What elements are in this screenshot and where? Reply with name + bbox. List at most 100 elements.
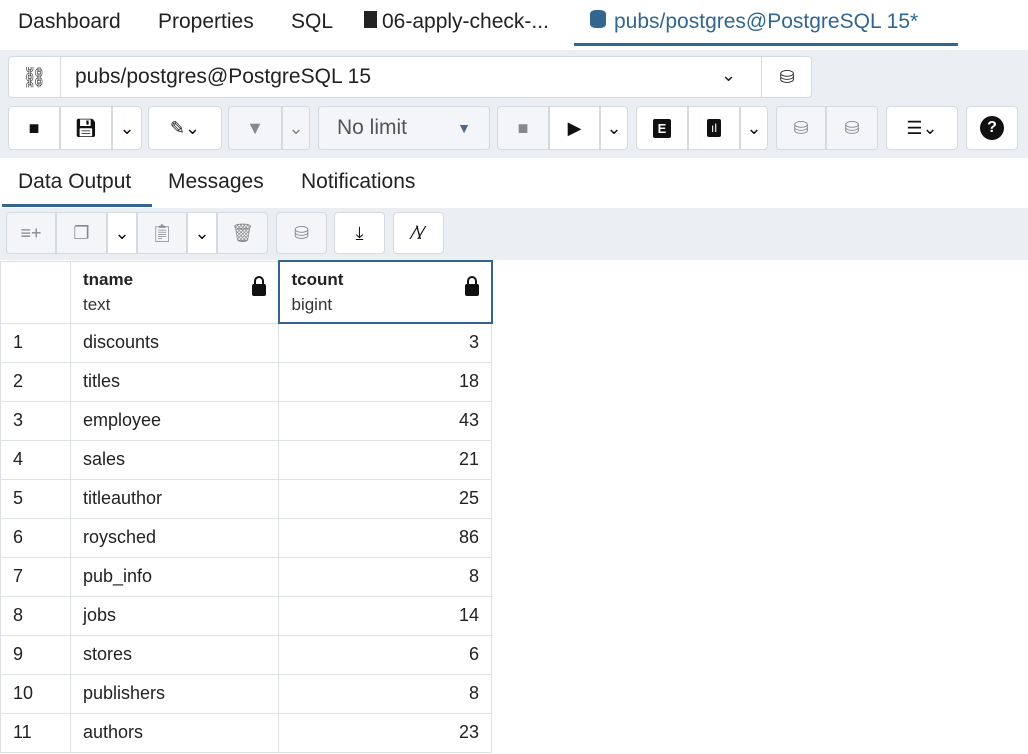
tab-sql[interactable]: SQL: [291, 10, 333, 34]
save-icon: 💾︎: [74, 117, 98, 138]
cell-tcount[interactable]: 18: [278, 361, 492, 402]
database-save-icon: ⛁: [293, 222, 310, 243]
open-file-button[interactable]: ■: [8, 106, 60, 150]
cell-tcount[interactable]: 43: [278, 400, 492, 441]
filter-icon: ▼: [246, 117, 264, 138]
cell-tname[interactable]: publishers: [70, 673, 279, 714]
cell-tname[interactable]: titleauthor: [70, 478, 279, 519]
table-row[interactable]: 1 discounts 3: [0, 322, 492, 363]
row-number[interactable]: 8: [0, 595, 71, 636]
edit-button[interactable]: ✎⌄: [148, 106, 222, 150]
chevron-down-icon: ⌄: [194, 222, 210, 243]
row-number[interactable]: 9: [0, 634, 71, 675]
explain-button[interactable]: E: [636, 106, 688, 150]
column-header-tcount[interactable]: tcount bigint: [277, 260, 493, 324]
cell-tname[interactable]: titles: [70, 361, 279, 402]
table-row[interactable]: 9 stores 6: [0, 634, 492, 675]
tab-label: pubs/postgres@PostgreSQL 15*: [614, 10, 919, 33]
database-check-icon: ⛁: [793, 117, 809, 138]
row-number[interactable]: 7: [0, 556, 71, 597]
connection-selector[interactable]: ⛓ pubs/postgres@PostgreSQL 15 ⌄ ⛁: [8, 56, 812, 98]
chevron-down-icon: ⌄: [288, 117, 304, 138]
cell-tcount[interactable]: 8: [278, 673, 492, 714]
add-row-button[interactable]: ≡+: [6, 212, 56, 254]
list-icon: ☰⌄: [906, 117, 938, 138]
copy-options-button[interactable]: ⌄: [107, 212, 137, 254]
table-row[interactable]: 5 titleauthor 25: [0, 478, 492, 519]
filter-options-button[interactable]: ⌄: [282, 106, 310, 150]
new-connection-icon[interactable]: ⛁: [761, 57, 812, 97]
paste-options-button[interactable]: ⌄: [187, 212, 217, 254]
play-icon: ▶: [567, 117, 582, 138]
rollback-button[interactable]: ⛁: [826, 106, 878, 150]
table-row[interactable]: 6 roysched 86: [0, 517, 492, 558]
active-tab-indicator: [574, 43, 958, 46]
connection-status-icon[interactable]: ⛓: [9, 57, 61, 97]
commit-button[interactable]: ⛁: [776, 106, 826, 150]
row-number[interactable]: 5: [0, 478, 71, 519]
download-button[interactable]: ⤓: [334, 212, 385, 254]
tab-query-file[interactable]: 06-apply-check-...: [364, 10, 549, 34]
tab-query-tool[interactable]: pubs/postgres@PostgreSQL 15*: [590, 10, 918, 34]
row-number[interactable]: 4: [0, 439, 71, 480]
row-number[interactable]: 10: [0, 673, 71, 714]
graph-visualiser-button[interactable]: ⁄\⁄: [393, 212, 444, 254]
cell-tname[interactable]: stores: [70, 634, 279, 675]
tab-properties[interactable]: Properties: [158, 10, 254, 34]
table-row[interactable]: 11 authors 23: [0, 712, 492, 753]
chevron-down-icon[interactable]: ⌄: [721, 65, 736, 86]
stop-button[interactable]: ■: [497, 106, 549, 150]
explain-analyze-button[interactable]: ıl: [688, 106, 740, 150]
cell-tcount[interactable]: 3: [278, 322, 492, 363]
save-options-button[interactable]: ⌄: [112, 106, 142, 150]
row-number[interactable]: 1: [0, 322, 71, 363]
delete-button[interactable]: 🗑︎: [217, 212, 268, 254]
cell-tname[interactable]: jobs: [70, 595, 279, 636]
cell-tname[interactable]: authors: [70, 712, 279, 753]
row-number-header: [0, 260, 71, 324]
table-row[interactable]: 3 employee 43: [0, 400, 492, 441]
tab-messages[interactable]: Messages: [168, 170, 264, 194]
cell-tcount[interactable]: 6: [278, 634, 492, 675]
table-row[interactable]: 4 sales 21: [0, 439, 492, 480]
cell-tcount[interactable]: 86: [278, 517, 492, 558]
tab-data-output[interactable]: Data Output: [18, 170, 131, 194]
table-row[interactable]: 8 jobs 14: [0, 595, 492, 636]
cell-tname[interactable]: employee: [70, 400, 279, 441]
cell-tcount[interactable]: 14: [278, 595, 492, 636]
tab-label: 06-apply-check-...: [382, 10, 549, 33]
cell-tname[interactable]: discounts: [70, 322, 279, 363]
paste-button[interactable]: 📋︎: [137, 212, 187, 254]
row-number[interactable]: 6: [0, 517, 71, 558]
copy-button[interactable]: ❐: [56, 212, 107, 254]
execute-button[interactable]: ▶: [549, 106, 600, 150]
row-number[interactable]: 2: [0, 361, 71, 402]
pencil-icon: ✎⌄: [169, 117, 201, 138]
cell-tname[interactable]: sales: [70, 439, 279, 480]
execute-options-button[interactable]: ⌄: [600, 106, 628, 150]
bar-chart-icon: ıl: [707, 119, 721, 137]
cell-tname[interactable]: pub_info: [70, 556, 279, 597]
tab-notifications[interactable]: Notifications: [301, 170, 415, 194]
tab-dashboard[interactable]: Dashboard: [18, 10, 121, 34]
row-number[interactable]: 11: [0, 712, 71, 753]
column-header-tname[interactable]: tname text: [70, 260, 279, 324]
connection-value: pubs/postgres@PostgreSQL 15: [75, 65, 372, 88]
cell-tcount[interactable]: 21: [278, 439, 492, 480]
cell-tname[interactable]: roysched: [70, 517, 279, 558]
chevron-down-icon: ⌄: [606, 117, 622, 138]
filter-button[interactable]: ▼: [228, 106, 282, 150]
row-number[interactable]: 3: [0, 400, 71, 441]
save-file-button[interactable]: 💾︎: [60, 106, 112, 150]
cell-tcount[interactable]: 23: [278, 712, 492, 753]
explain-options-button[interactable]: ⌄: [740, 106, 768, 150]
table-row[interactable]: 2 titles 18: [0, 361, 492, 402]
help-button[interactable]: ?: [966, 106, 1018, 150]
row-limit-select[interactable]: No limit ▼: [318, 106, 490, 150]
table-row[interactable]: 7 pub_info 8: [0, 556, 492, 597]
table-row[interactable]: 10 publishers 8: [0, 673, 492, 714]
cell-tcount[interactable]: 25: [278, 478, 492, 519]
save-data-button[interactable]: ⛁: [276, 212, 327, 254]
cell-tcount[interactable]: 8: [278, 556, 492, 597]
macros-button[interactable]: ☰⌄: [886, 106, 958, 150]
